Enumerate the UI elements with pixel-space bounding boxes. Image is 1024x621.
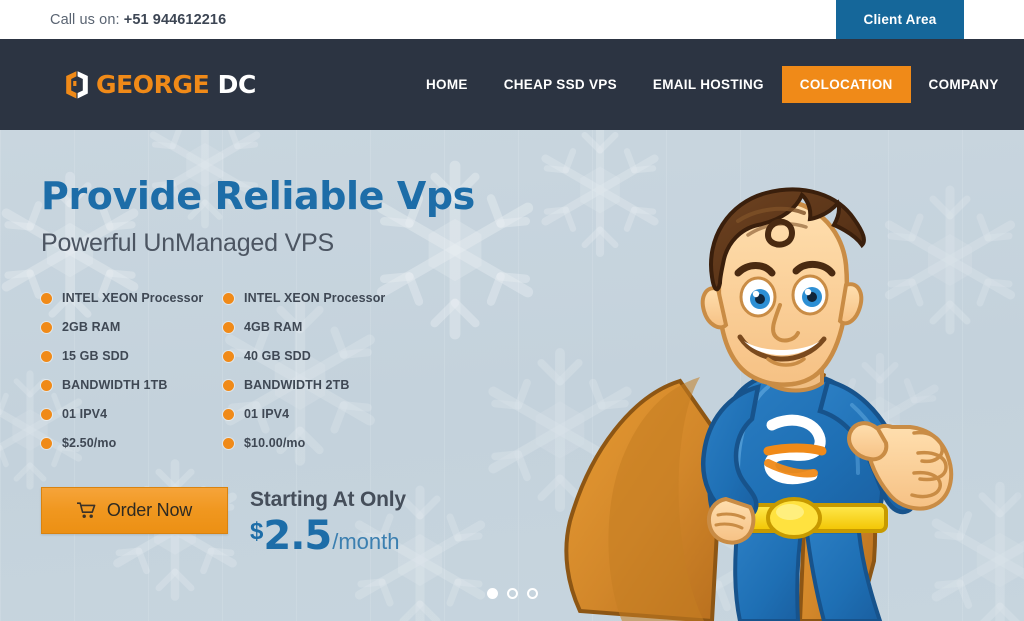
feature-label: 01 IPV4	[62, 407, 108, 422]
feature-item: 2GB RAM	[41, 313, 223, 342]
bullet-icon	[41, 408, 52, 420]
site-logo[interactable]: GEORGE DC	[63, 70, 256, 100]
bullet-icon	[223, 321, 234, 333]
nav-item-cheap-ssd-vps[interactable]: CHEAP SSD VPS	[486, 66, 635, 103]
price-currency: $	[250, 518, 264, 546]
bullet-icon	[223, 379, 234, 391]
feature-label: 40 GB SDD	[244, 349, 311, 364]
nav-item-company[interactable]: COMPANY	[911, 66, 1017, 103]
feature-item: BANDWIDTH 1TB	[41, 371, 223, 400]
hero-title: Provide Reliable Vps	[41, 174, 475, 218]
plan-column-1: INTEL XEON Processor 2GB RAM 15 GB SDD B…	[41, 284, 223, 458]
feature-label: $2.50/mo	[62, 436, 117, 451]
hero-content: Provide Reliable Vps Powerful UnManaged …	[0, 130, 1024, 559]
logo-wordmark: GEORGE DC	[96, 70, 256, 99]
feature-item: 40 GB SDD	[223, 342, 405, 371]
contact-phone: Call us on: +51 944612216	[50, 12, 226, 28]
hero-cta-row: Order Now Starting At Only $ 2.5 /month	[41, 486, 1024, 559]
bullet-icon	[41, 321, 52, 333]
feature-item: $10.00/mo	[223, 429, 405, 458]
feature-item: 01 IPV4	[223, 400, 405, 429]
feature-label: 01 IPV4	[244, 407, 290, 422]
bullet-icon	[223, 408, 234, 420]
bullet-icon	[41, 350, 52, 362]
order-now-button[interactable]: Order Now	[41, 486, 228, 534]
price-caption: Starting At Only	[250, 487, 406, 511]
feature-item: BANDWIDTH 2TB	[223, 371, 405, 400]
hero-subtitle: Powerful UnManaged VPS	[41, 228, 334, 257]
feature-label: INTEL XEON Processor	[62, 291, 204, 306]
nav-item-email-hosting[interactable]: EMAIL HOSTING	[635, 66, 782, 103]
carousel-dot-3[interactable]	[526, 588, 538, 599]
feature-label: 2GB RAM	[62, 320, 121, 335]
client-area-label: Client Area	[863, 12, 937, 27]
top-bar: Call us on: +51 944612216 Client Area	[0, 0, 1024, 39]
main-navigation-bar: GEORGE DC HOME CHEAP SSD VPS EMAIL HOSTI…	[0, 39, 1024, 130]
hero-slider: Provide Reliable Vps Powerful UnManaged …	[0, 130, 1024, 621]
logo-wordmark-primary: GEORGE	[96, 70, 210, 99]
feature-item: 4GB RAM	[223, 313, 405, 342]
feature-item: 01 IPV4	[41, 400, 223, 429]
bullet-icon	[223, 292, 234, 304]
carousel-dot-1[interactable]	[486, 588, 498, 599]
bullet-icon	[223, 437, 234, 449]
plan-feature-columns: INTEL XEON Processor 2GB RAM 15 GB SDD B…	[41, 284, 1024, 458]
shopping-cart-icon	[76, 502, 96, 519]
feature-item: INTEL XEON Processor	[41, 284, 223, 313]
contact-phone-prefix: Call us on:	[50, 11, 124, 28]
bullet-icon	[223, 350, 234, 362]
page-root: Call us on: +51 944612216 Client Area GE…	[0, 0, 1024, 621]
nav-item-home[interactable]: HOME	[408, 66, 486, 103]
feature-label: $10.00/mo	[244, 436, 306, 451]
plan-column-2: INTEL XEON Processor 4GB RAM 40 GB SDD B…	[223, 284, 405, 458]
order-now-label: Order Now	[106, 499, 193, 520]
price-amount: $ 2.5 /month	[250, 513, 406, 559]
carousel-pagination	[0, 588, 1024, 599]
feature-label: INTEL XEON Processor	[244, 291, 386, 306]
feature-item: $2.50/mo	[41, 429, 223, 458]
logo-wordmark-secondary: DC	[209, 70, 257, 99]
feature-label: BANDWIDTH 2TB	[244, 378, 350, 393]
client-area-button[interactable]: Client Area	[836, 0, 964, 39]
price-period: /month	[332, 529, 400, 555]
bullet-icon	[41, 292, 52, 304]
feature-label: BANDWIDTH 1TB	[62, 378, 168, 393]
feature-label: 4GB RAM	[244, 320, 303, 335]
feature-item: INTEL XEON Processor	[223, 284, 405, 313]
carousel-dot-2[interactable]	[506, 588, 518, 599]
nav-item-colocation[interactable]: COLOCATION	[781, 66, 911, 103]
contact-phone-number: +51 944612216	[123, 11, 227, 28]
price-value: 2.5	[263, 513, 332, 560]
price-block: Starting At Only $ 2.5 /month	[250, 487, 406, 559]
bullet-icon	[41, 437, 52, 449]
logo-hexagon-icon	[63, 70, 91, 100]
feature-label: 15 GB SDD	[62, 349, 129, 364]
nav-menu: HOME CHEAP SSD VPS EMAIL HOSTING COLOCAT…	[408, 39, 1017, 130]
feature-item: 15 GB SDD	[41, 342, 223, 371]
bullet-icon	[41, 379, 52, 391]
